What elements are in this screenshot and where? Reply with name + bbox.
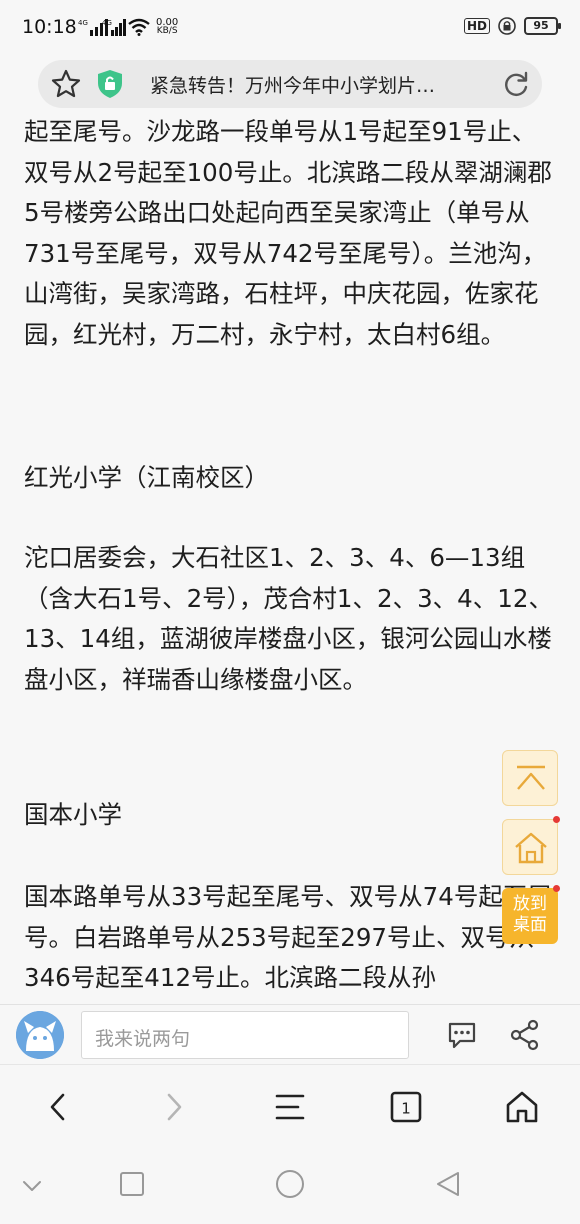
- share-icon[interactable]: [509, 1019, 541, 1051]
- comment-bar: 我来说两句: [0, 1004, 580, 1064]
- status-bar: 10:18 4G 4G 0.00 KB/S HD 95: [0, 0, 580, 58]
- system-back-button[interactable]: [434, 1170, 462, 1198]
- bookmark-star-icon[interactable]: [50, 68, 82, 100]
- section-heading: 国本小学: [24, 800, 122, 829]
- paragraph: 起至尾号。沙龙路一段单号从1号起至91号止、双号从2号起至100号止。北滨路二段…: [24, 117, 552, 349]
- forward-button[interactable]: [154, 1087, 194, 1127]
- comment-icon[interactable]: [446, 1019, 478, 1051]
- svg-text:4G: 4G: [78, 19, 88, 27]
- back-button[interactable]: [38, 1087, 78, 1127]
- back-to-top-button[interactable]: [502, 750, 558, 806]
- comment-input[interactable]: 我来说两句: [81, 1011, 409, 1059]
- notification-dot: [553, 885, 560, 892]
- battery-indicator: 95: [524, 17, 561, 35]
- wifi-icon: [128, 18, 150, 36]
- status-time: 10:18: [22, 16, 77, 38]
- browser-toolbar: 1: [0, 1064, 580, 1150]
- svg-text:4G: 4G: [102, 19, 112, 27]
- lock-icon: [498, 17, 516, 35]
- system-home-button[interactable]: [274, 1168, 306, 1200]
- recent-apps-button[interactable]: [118, 1170, 146, 1198]
- add-to-desktop-button[interactable]: 放到 桌面: [502, 888, 558, 944]
- tabs-button[interactable]: 1: [386, 1087, 426, 1127]
- article-content: 起至尾号。沙龙路一段单号从1号起至91号止、双号从2号起至100号止。北滨路二段…: [0, 108, 580, 1008]
- arrow-up-icon: [517, 765, 545, 790]
- net-speed: 0.00 KB/S: [156, 17, 179, 36]
- url-bar[interactable]: 紧急转告！万州今年中小学划片…: [38, 60, 542, 108]
- system-navigation: [0, 1150, 580, 1224]
- security-shield-icon: [98, 70, 122, 98]
- page-title[interactable]: 紧急转告！万州今年中小学划片…: [150, 71, 490, 98]
- paragraph: 国本路单号从33号起至尾号、双号从74号起至尾号。白岩路单号从253号起至297…: [24, 882, 552, 992]
- home-button[interactable]: [502, 1087, 542, 1127]
- notification-dot: [553, 816, 560, 823]
- chevron-down-icon[interactable]: [20, 1176, 44, 1196]
- section-heading: 红光小学（江南校区）: [24, 463, 269, 492]
- menu-button[interactable]: [270, 1087, 310, 1127]
- avatar[interactable]: [16, 1011, 64, 1059]
- hd-icon: HD: [463, 18, 490, 34]
- status-right: HD 95: [463, 17, 561, 35]
- home-icon: [515, 832, 547, 864]
- svg-text:1: 1: [401, 1100, 411, 1118]
- signal-icon-2: 4G: [102, 19, 126, 36]
- home-float-button[interactable]: [502, 819, 558, 875]
- avatar-icon: [16, 1011, 64, 1059]
- paragraph: 沱口居委会，大石社区1、2、3、4、6—13组（含大石1号、2号），茂合村1、2…: [24, 543, 553, 694]
- reload-icon[interactable]: [500, 68, 532, 100]
